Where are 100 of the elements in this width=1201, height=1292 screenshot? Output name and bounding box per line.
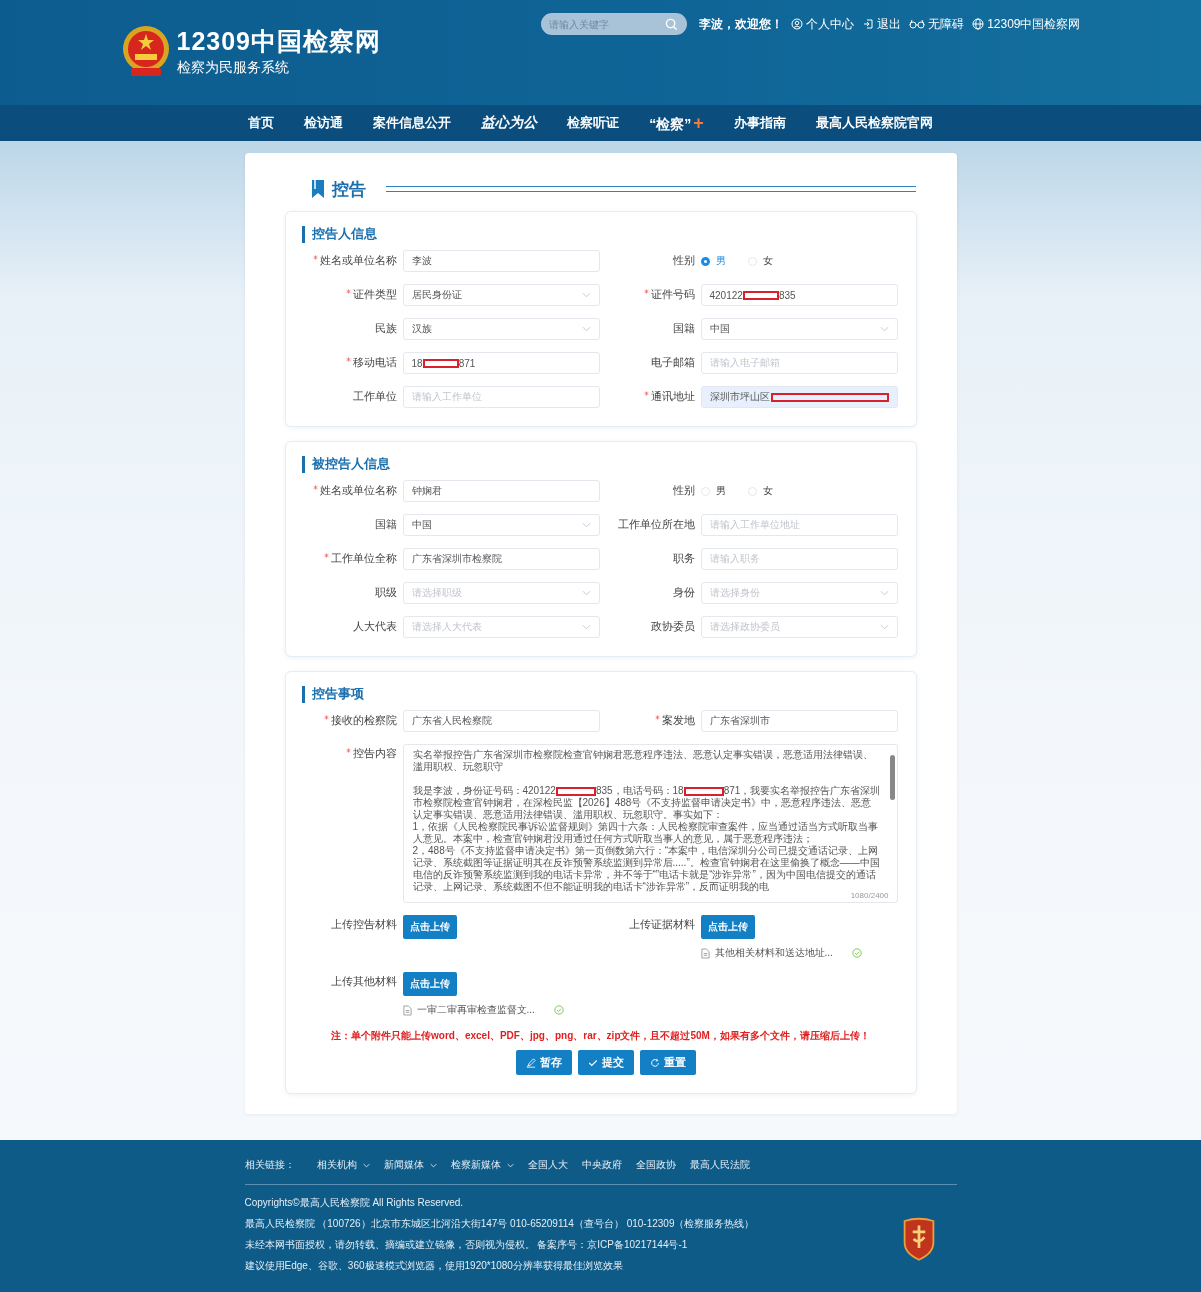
- footer-text: 未经本网书面授权，请勿转载、摘编或建立镜像，否则视为侵权。 备案序号：京ICP备10217144号-1: [244, 1238, 689, 1252]
- nav-link[interactable]: 首页: [248, 114, 275, 132]
- field-label: 工作单位全称: [330, 552, 397, 566]
- nav-link[interactable]: 益心为公: [481, 114, 538, 132]
- footer-link[interactable]: 全国人大: [527, 1158, 568, 1172]
- select-field[interactable]: 居民身份证: [402, 284, 600, 306]
- redaction-box: [555, 786, 596, 796]
- header-link[interactable]: 退出: [877, 15, 902, 33]
- text-area[interactable]: 实名举报控告广东省深圳市检察院检查官钟娴君恶意程序违法、恶意认定事实错误，恶意适用法律错误、滥用职权、玩忽职守 我是李波，身份证号码：420122 835，电话号码：18 871，我要实名举报控告广东省深圳市检察院检查官钟娴君，在深检民监【2026】488号《不支持监督申请决定书》中，恶意程序违法、恶意认定事实错误、恶意适用法律错误、滥用职权、玩忽职守。事实如下： 1，依据《人民检察院民事诉讼监督规则》第四十六条：人民检察院审查案件，应当通过适当方式听取当事人意见。本案中，检查官钟娴君没用通过任何方式听取当事人的意见，属于恶意程序违法； 2，488号《不支持监督申请决定书》第一页倒数第六行：“本案中，电信深圳分公司已提交通话记录、上网记录、系统截图等证据证明其在反诈预警系统监测到异常后.....”。检查官钟娴君在这里偷换了概念——中国电信的反诈预警系统监测到我的电话卡异常，并不等于“”电话卡就是“涉诈异常”，因为中国电信提交的通话记录、上网记录、系统截图不但不能证明我的电话卡“涉诈异常”，反而证明我的电 1080/2400: [402, 744, 898, 903]
- field-label: 人大代表: [352, 620, 397, 634]
- field-label: 性别: [672, 254, 695, 268]
- document-icon: [402, 1004, 412, 1016]
- radio-option[interactable]: 女: [747, 254, 773, 268]
- redaction-box: [683, 786, 724, 796]
- field-label: 上传证据材料: [628, 918, 695, 932]
- links-label: 相关链接：: [244, 1158, 295, 1172]
- section-title: 控告人信息: [311, 225, 377, 243]
- field-label: 工作单位所在地: [617, 518, 695, 532]
- footer-text: 最高人民检察院 （100726）北京市东城区北河沿大街147号 010-65209114（查号台） 010-12309（检察服务热线）: [244, 1217, 755, 1231]
- footer-link[interactable]: 检察新媒体: [450, 1158, 514, 1172]
- nav-link[interactable]: “检察”+: [649, 112, 704, 134]
- edit-icon: [525, 1057, 536, 1068]
- section-title: 被控告人信息: [311, 455, 390, 473]
- select-field[interactable]: 中国: [700, 318, 898, 340]
- input-field[interactable]: 18 871: [402, 352, 600, 374]
- footer-text: Copyrights©最高人民检察院 All Rights Reserved.: [244, 1196, 465, 1210]
- footer-link[interactable]: 全国政协: [635, 1158, 676, 1172]
- section-title: 控告事项: [311, 685, 364, 703]
- chevron-down-icon: [879, 326, 889, 332]
- check-circle-icon: [851, 948, 862, 958]
- chevron-down-icon: [879, 624, 889, 630]
- site-title: 12309中国检察网: [176, 26, 382, 57]
- file-name[interactable]: 一审二审再审检查监督文...: [416, 1003, 535, 1017]
- nav-link[interactable]: 检察听证: [567, 114, 620, 132]
- field-label: 控告内容: [352, 747, 397, 761]
- nav-link[interactable]: 最高人民检察院官网: [815, 114, 933, 132]
- refresh-icon: [649, 1057, 660, 1068]
- chevron-down-icon: [581, 292, 591, 298]
- chevron-down-icon: [581, 522, 591, 528]
- field-label: 上传控告材料: [330, 918, 397, 932]
- action-button[interactable]: 提交: [577, 1050, 634, 1075]
- chevron-down-icon: [581, 326, 591, 332]
- radio-option[interactable]: 男: [700, 484, 726, 498]
- field-label: 上传其他材料: [330, 975, 397, 989]
- input-field[interactable]: 420122 835: [700, 284, 898, 306]
- field-label: 电子邮箱: [650, 356, 695, 370]
- field-label: 职级: [374, 586, 397, 600]
- field-label: 职务: [672, 552, 695, 566]
- field-label: 民族: [374, 322, 397, 336]
- upload-button[interactable]: 点击上传: [402, 972, 457, 996]
- select-field[interactable]: 中国: [402, 514, 600, 536]
- header-link[interactable]: 无障碍: [928, 15, 965, 33]
- field-label: 案发地: [661, 714, 695, 728]
- input-field[interactable]: 李波: [402, 250, 600, 272]
- field-label: 接收的检察院: [330, 714, 397, 728]
- chevron-down-icon: [879, 590, 889, 596]
- document-icon: [700, 947, 710, 959]
- file-name[interactable]: 其他相关材料和送达地址...: [714, 946, 833, 960]
- glasses-icon: [909, 18, 926, 30]
- site-subtitle: 检察为民服务系统: [176, 59, 290, 77]
- input-field[interactable]: 广东省人民检察院: [402, 710, 600, 732]
- header-link[interactable]: 12309中国检察网: [987, 15, 1081, 33]
- radio-option[interactable]: 男: [700, 254, 726, 268]
- input-field[interactable]: 钟娴君: [402, 480, 600, 502]
- action-button[interactable]: 重置: [639, 1050, 696, 1075]
- greeting: 李波，欢迎您！: [699, 15, 784, 33]
- user-icon: [791, 18, 804, 30]
- nav-link[interactable]: 检访通: [304, 114, 344, 132]
- chevron-down-icon: [581, 624, 591, 630]
- footer-text: 建议使用Edge、谷歌、360极速模式浏览器，使用1920*1080分辨率获得最佳浏览效果: [244, 1259, 624, 1273]
- footer-link[interactable]: 新闻媒体: [383, 1158, 437, 1172]
- footer-link[interactable]: 最高人民法院: [689, 1158, 750, 1172]
- footer-link[interactable]: 中央政府: [581, 1158, 622, 1172]
- upload-button[interactable]: 点击上传: [700, 915, 755, 939]
- field-label: 姓名或单位名称: [319, 484, 397, 498]
- field-label: 工作单位: [352, 390, 397, 404]
- input-field[interactable]: 广东省深圳市检察院: [402, 548, 600, 570]
- field-label: 通讯地址: [650, 390, 695, 404]
- field-label: 身份: [672, 586, 695, 600]
- field-label: 姓名或单位名称: [319, 254, 397, 268]
- emblem-icon: [120, 24, 171, 78]
- check-icon: [587, 1057, 598, 1068]
- nav-link[interactable]: 办事指南: [733, 114, 786, 132]
- page-title: 控告: [331, 178, 366, 201]
- radio-option[interactable]: 女: [747, 484, 773, 498]
- check-circle-icon: [553, 1005, 564, 1015]
- field-label: 性别: [672, 484, 695, 498]
- header-link[interactable]: 个人中心: [806, 15, 855, 33]
- input-field[interactable]: 广东省深圳市: [700, 710, 898, 732]
- logout-icon: [862, 18, 875, 30]
- nav-link[interactable]: 案件信息公开: [373, 114, 452, 132]
- upload-button[interactable]: 点击上传: [402, 915, 457, 939]
- select-field[interactable]: 汉族: [402, 318, 600, 340]
- globe-icon: [972, 18, 985, 30]
- footer-link[interactable]: 相关机构: [316, 1158, 370, 1172]
- chevron-down-icon: [581, 590, 591, 596]
- field-label: 证件号码: [650, 288, 695, 302]
- bookmark-icon: [309, 179, 326, 199]
- input-field[interactable]: 深圳市坪山区: [700, 386, 898, 408]
- action-button[interactable]: 暂存: [515, 1050, 572, 1075]
